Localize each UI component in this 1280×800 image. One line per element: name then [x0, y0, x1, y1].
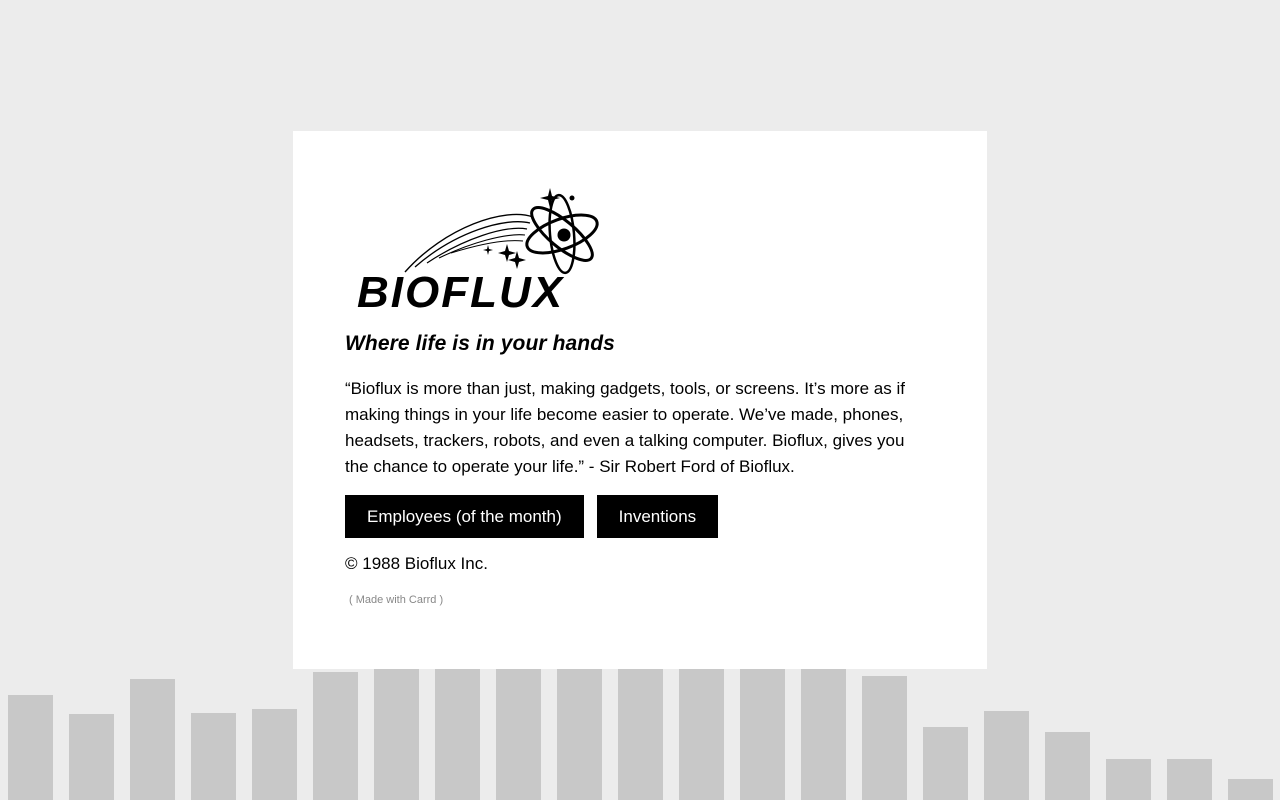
background-bar	[984, 711, 1029, 800]
copyright: © 1988 Bioflux Inc.	[345, 554, 488, 573]
bioflux-logo: BIOFLUX	[355, 187, 617, 312]
background-bar	[313, 672, 358, 800]
background-bar	[130, 679, 175, 800]
tagline: Where life is in your hands	[345, 332, 615, 355]
background-bar	[191, 713, 236, 800]
background-bar	[1228, 779, 1273, 800]
background-bar	[69, 714, 114, 800]
background-bar	[862, 676, 907, 800]
background-bar	[1106, 759, 1151, 800]
background-bar	[1167, 759, 1212, 800]
main-card: BIOFLUX Where life is in your hands “Bio…	[293, 131, 987, 669]
background-bar	[1045, 732, 1090, 800]
button-row: Employees (of the month) Inventions	[345, 495, 935, 538]
atom-logo-icon: BIOFLUX	[357, 188, 599, 312]
background-bar	[923, 727, 968, 800]
background-bar	[252, 709, 297, 800]
background-bar	[8, 695, 53, 800]
founder-quote: “Bioflux is more than just, making gadge…	[345, 379, 905, 476]
employees-button[interactable]: Employees (of the month)	[345, 495, 584, 538]
made-with-carrd-link[interactable]: ( Made with Carrd )	[349, 594, 935, 606]
inventions-button[interactable]: Inventions	[596, 495, 719, 538]
svg-text:BIOFLUX: BIOFLUX	[357, 268, 565, 312]
